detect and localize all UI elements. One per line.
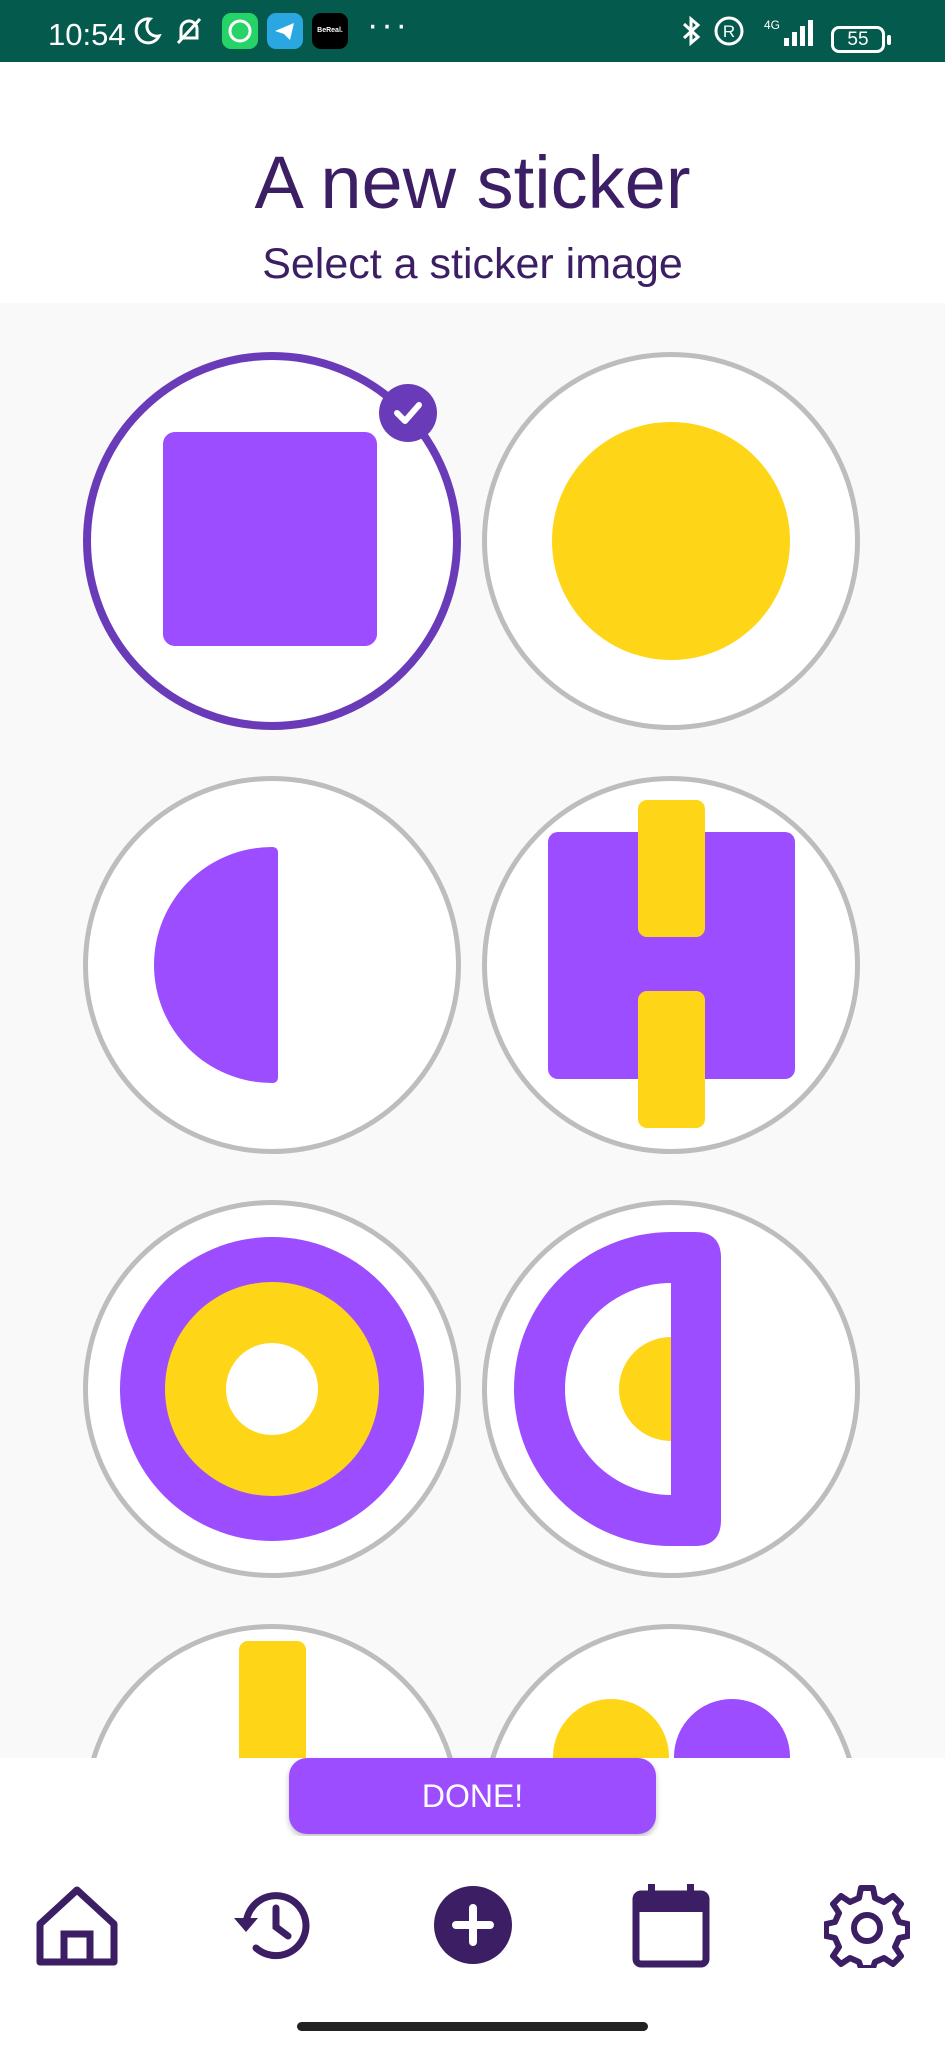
settings-icon [823,1885,911,1971]
purple-square-yellow-bars-sticker-icon [548,800,795,1128]
network-type: 4G [764,18,781,32]
bluetooth-icon [674,14,708,48]
yellow-purple-dots-sticker-icon [553,1699,790,1758]
sticker-option-yellow-bar[interactable] [83,1624,461,1758]
add-icon [434,1886,512,1964]
sticker-option-purple-half-circle[interactable] [83,776,461,1154]
bereal-icon: BeReal. [312,13,348,49]
home-icon [36,1886,118,1966]
home-indicator[interactable] [297,2022,648,2031]
page-title: A new sticker [254,141,691,224]
purple-d-yellow-half-sticker-icon [514,1232,721,1546]
yellow-circle-sticker-icon [552,422,790,660]
sticker-option-purple-yellow-rings[interactable] [83,1200,461,1578]
selected-check-icon [379,384,437,442]
calendar-icon [632,1884,710,1968]
moon-icon [130,14,164,48]
status-time: 10:54 [48,17,126,52]
svg-text:R: R [723,22,735,41]
more-notifications-icon: ··· [367,6,410,44]
telegram-icon [267,13,303,49]
history-icon [234,1892,310,1960]
sticker-option-yellow-circle[interactable] [482,352,860,730]
nav-history[interactable] [230,1882,316,1968]
purple-half-circle-sticker-icon [154,847,278,1083]
nav-home[interactable] [34,1882,120,1968]
sticker-option-purple-d-yellow-half[interactable] [482,1200,860,1578]
nav-settings[interactable] [823,1882,911,1971]
signal-icon [780,14,822,48]
sticker-option-purple-square-yellow-bars[interactable] [482,776,860,1154]
nav-add[interactable] [430,1882,516,1968]
sticker-grid[interactable] [0,303,945,1758]
registered-icon: R [712,14,746,48]
purple-yellow-rings-sticker-icon [120,1237,424,1541]
page-subtitle: Select a sticker image [262,240,683,288]
battery-icon: 55 [831,26,891,53]
done-button[interactable]: DONE! [289,1758,656,1834]
notification-muted-icon [172,14,206,48]
bottom-nav [0,1836,945,2048]
nav-calendar[interactable] [628,1882,714,1968]
sticker-option-yellow-purple-dots[interactable] [482,1624,860,1758]
status-bar: 10:54 BeReal. ··· R 4G 55 [0,0,945,62]
sticker-option-purple-square[interactable] [83,352,461,730]
yellow-bar-sticker-icon [239,1641,306,1758]
whatsapp-icon [222,13,258,49]
